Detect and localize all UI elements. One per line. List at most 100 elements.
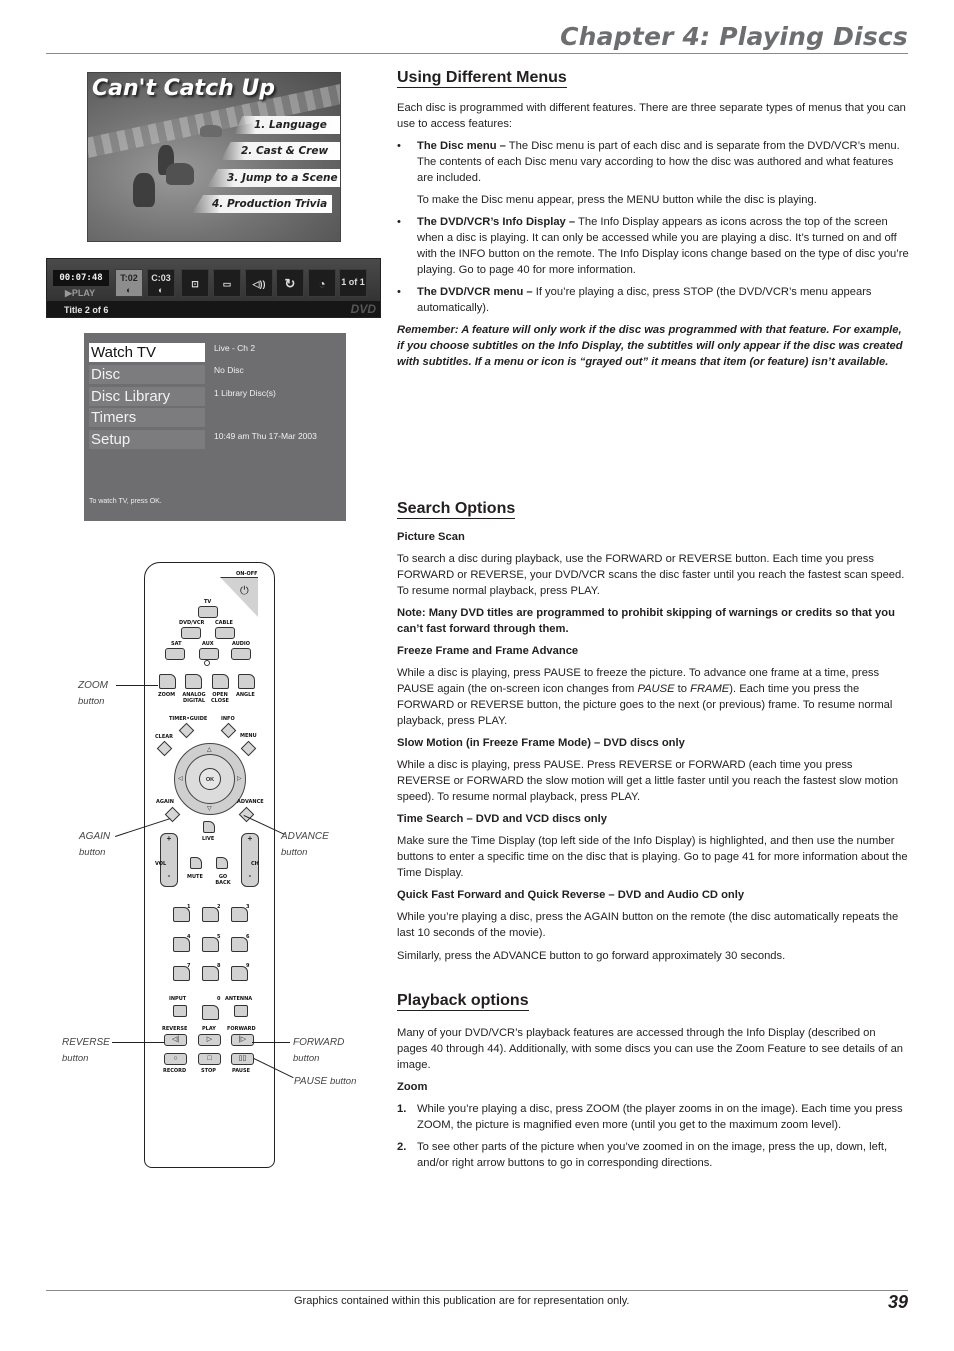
section-heading: Using Different Menus	[397, 69, 567, 88]
forward-button[interactable]: |▷	[231, 1034, 254, 1046]
remote-label: 1	[187, 904, 191, 910]
sat-button[interactable]	[165, 648, 185, 660]
callout-line	[252, 1042, 290, 1044]
angle-icon[interactable]: 1 of 1	[339, 269, 367, 297]
step-number: 1.	[397, 1103, 407, 1115]
menu-item-disc[interactable]: Disc	[89, 365, 205, 384]
remote-label: ANTENNA	[225, 996, 253, 1002]
disc-menu-option[interactable]: 3. Jump to a Scene	[207, 169, 340, 187]
remote-label: 3	[246, 904, 250, 910]
left-arrow-icon[interactable]: ◁	[178, 775, 183, 782]
remote-label: PLAY	[202, 1026, 216, 1032]
input-button[interactable]	[173, 1005, 187, 1017]
stop-button[interactable]: □	[198, 1053, 221, 1065]
remote-control: ON-OFF ⏻ TV DVD/VCR CABLE SAT AUX AUDIO …	[144, 562, 275, 1168]
analog-digital-button[interactable]	[185, 674, 202, 689]
up-arrow-icon[interactable]: △	[207, 746, 212, 753]
subheading: Zoom	[397, 1081, 428, 1093]
volume-up[interactable]: +	[161, 834, 177, 843]
remote-label: CLEAR	[155, 734, 173, 740]
dvd-vcr-button[interactable]	[181, 627, 201, 639]
repeat-icon[interactable]: ↻	[276, 269, 304, 297]
clear-button[interactable]	[156, 740, 173, 757]
remote-label: LIVE	[202, 836, 215, 842]
power-button[interactable]	[220, 577, 258, 617]
zoom-button[interactable]	[159, 674, 176, 689]
menu-button[interactable]	[240, 740, 257, 757]
pause-button[interactable]: ▯▯	[231, 1053, 254, 1065]
zoom-icon[interactable]: ⊡	[181, 269, 209, 297]
aux-button[interactable]	[199, 648, 219, 660]
tv-button[interactable]	[198, 606, 218, 618]
channel-up[interactable]: +	[242, 834, 258, 843]
menu-item-timers[interactable]: Timers	[89, 408, 205, 427]
timer-guide-button[interactable]	[178, 722, 195, 739]
bullet-lead: The Disc menu –	[417, 140, 506, 152]
play-status: ▶PLAY	[65, 288, 96, 298]
open-close-button[interactable]	[212, 674, 229, 689]
text-run: FRAME	[690, 683, 730, 695]
rider-figure	[200, 125, 222, 137]
time-display[interactable]: 00:07:48	[53, 270, 109, 286]
callout-label: ADVANCE	[281, 831, 329, 842]
remote-label: TIMER•GUIDE	[169, 716, 208, 722]
remote-label: 6	[246, 934, 250, 940]
reverse-button[interactable]: ◁|	[164, 1034, 187, 1046]
volume-rocker[interactable]: + -	[160, 833, 178, 887]
zoom-callout: ZOOM button	[78, 678, 108, 710]
audio-button[interactable]	[231, 648, 251, 660]
cable-button[interactable]	[215, 627, 235, 639]
record-button[interactable]: ○	[164, 1053, 187, 1065]
chapter-icon[interactable]: C:03 ◐	[147, 269, 175, 297]
paragraph: Many of your DVD/VCR’s playback features…	[397, 1027, 904, 1071]
audio-icon[interactable]: ◁))	[245, 269, 273, 297]
angle-button[interactable]	[238, 674, 255, 689]
disc-menu-title: Can't Catch Up	[92, 76, 276, 101]
subtitle-icon[interactable]: ▭	[213, 269, 241, 297]
remote-label: ADVANCE	[237, 799, 264, 805]
callout-sub: button	[329, 1076, 357, 1087]
down-arrow-icon[interactable]: ▽	[207, 805, 212, 812]
remote-label: MUTE	[187, 874, 203, 880]
disc-menu-option[interactable]: 2. Cast & Crew	[221, 142, 340, 160]
bullet-item: • The DVD/VCR’s Info Display – The Info …	[397, 214, 909, 278]
remote-label: INFO	[221, 716, 235, 722]
bullet-marker: •	[397, 286, 401, 298]
disc-menu-option[interactable]: 4. Production Trivia	[192, 195, 332, 213]
remote-label: TV	[204, 599, 212, 605]
remote-label: REVERSE	[162, 1026, 188, 1032]
dvd-logo: DVD	[350, 302, 376, 316]
bullet-lead: The DVD/VCR menu –	[417, 286, 533, 298]
live-button[interactable]	[203, 821, 215, 833]
play-button[interactable]: ▷	[198, 1034, 221, 1046]
remote-label: ZOOM	[158, 692, 176, 698]
mute-button[interactable]	[190, 857, 202, 869]
menu-item-disc-library[interactable]: Disc Library	[89, 387, 205, 406]
ok-button[interactable]: OK	[199, 768, 221, 790]
callout-line	[116, 685, 158, 687]
antenna-button[interactable]	[234, 1005, 248, 1017]
title-icon[interactable]: T:02 ◐	[115, 269, 143, 297]
pause-callout: PAUSE button	[294, 1074, 356, 1090]
menu-item-setup[interactable]: Setup	[89, 430, 205, 449]
navigation-pad[interactable]: OK △ ▽ ◁ ▷	[174, 743, 246, 815]
paragraph: Similarly, press the ADVANCE button to g…	[397, 950, 786, 962]
remote-label: VOL	[155, 861, 167, 867]
channel-down[interactable]: -	[242, 871, 258, 880]
go-back-button[interactable]	[216, 857, 228, 869]
right-arrow-icon[interactable]: ▷	[237, 775, 242, 782]
remote-label: MENU	[240, 733, 257, 739]
menu-value: Live - Ch 2	[214, 343, 256, 353]
menu-item-watch-tv[interactable]: Watch TV	[89, 343, 205, 362]
digit-0-button[interactable]	[202, 1005, 219, 1020]
remote-label: CH	[251, 861, 259, 867]
timer-icon[interactable]: ◔	[308, 269, 336, 297]
remote-label: 5	[217, 934, 221, 940]
subheading: Quick Fast Forward and Quick Reverse – D…	[397, 889, 745, 901]
remote-label: DVD/VCR	[179, 620, 205, 626]
disc-menu-option[interactable]: 1. Language	[234, 116, 340, 134]
channel-rocker[interactable]: + -	[241, 833, 259, 887]
volume-down[interactable]: -	[161, 871, 177, 880]
forward-callout: FORWARD button	[293, 1035, 344, 1067]
info-button[interactable]	[220, 722, 237, 739]
